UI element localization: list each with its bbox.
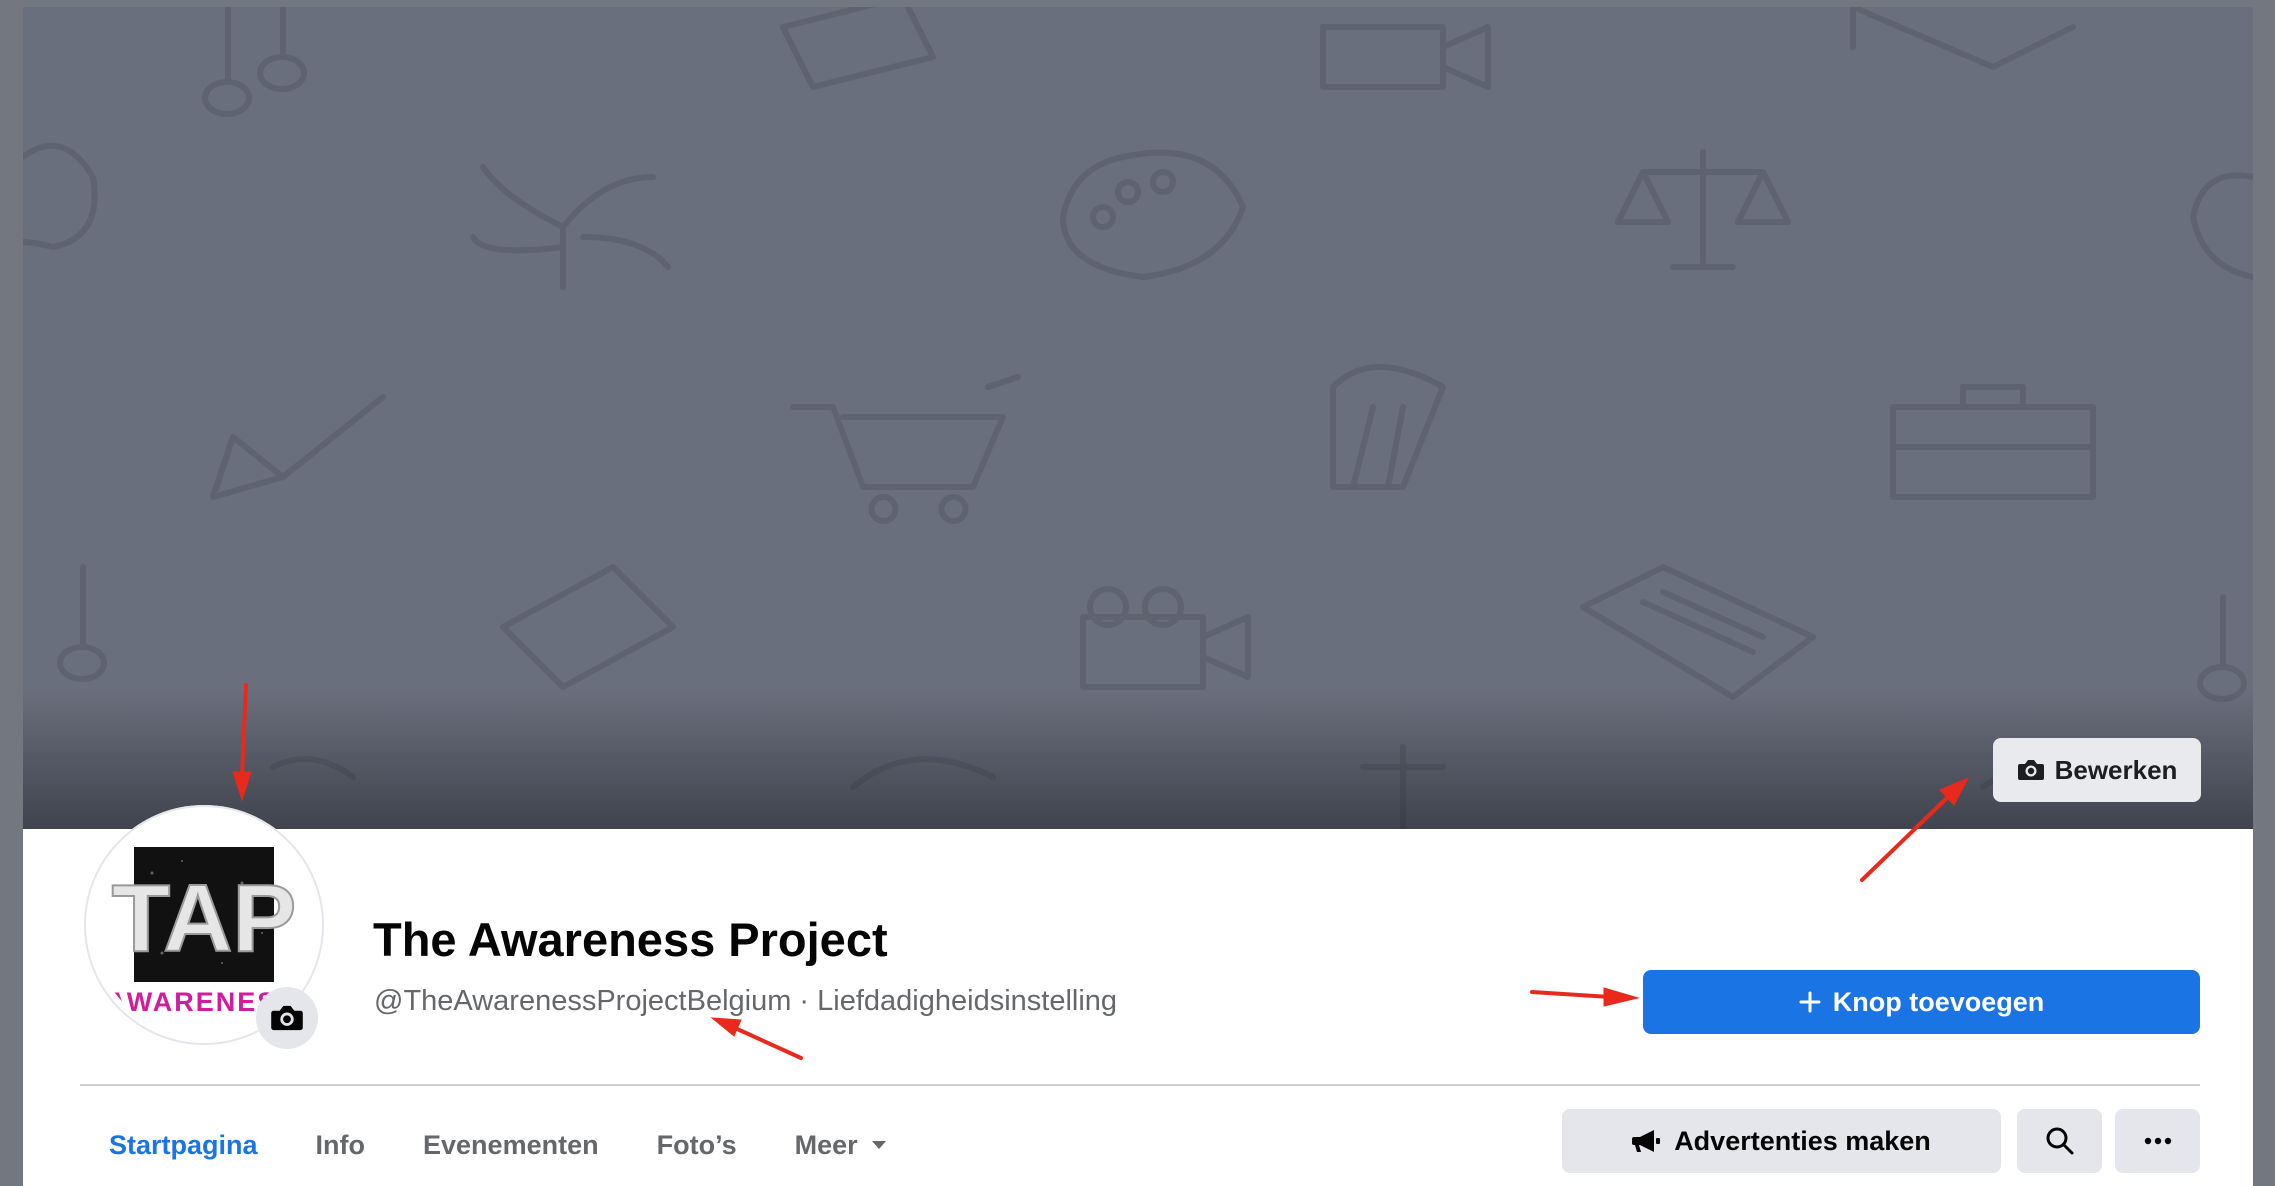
profile-camera-button[interactable] xyxy=(256,987,318,1049)
more-icon xyxy=(2144,1137,2171,1145)
tab-label: Startpagina xyxy=(109,1129,258,1160)
tab-label: Evenementen xyxy=(423,1129,599,1160)
edit-cover-button[interactable]: Bewerken xyxy=(1993,738,2201,802)
search-button[interactable] xyxy=(2017,1109,2102,1173)
header-divider xyxy=(80,1084,2200,1086)
search-icon xyxy=(2046,1127,2073,1155)
caret-down-icon xyxy=(871,1141,886,1149)
create-ads-label: Advertenties maken xyxy=(1674,1125,1931,1156)
logo-text-bottom: AWARENES xyxy=(107,987,278,1017)
edit-cover-label: Bewerken xyxy=(2054,754,2178,785)
plus-icon xyxy=(1799,991,1821,1013)
page-handle[interactable]: @TheAwarenessProjectBelgium xyxy=(374,985,791,1017)
logo-text-top: TAP xyxy=(112,865,297,972)
add-button-button[interactable]: Knop toevoegen xyxy=(1643,970,2200,1034)
tab-evenementen[interactable]: Evenementen xyxy=(394,1109,628,1181)
camera-icon xyxy=(2017,760,2044,780)
tab-startpagina[interactable]: Startpagina xyxy=(80,1109,287,1181)
tab-fotos[interactable]: Foto’s xyxy=(628,1109,766,1181)
page-title: The Awareness Project xyxy=(373,913,888,966)
cover-photo: Bewerken xyxy=(23,7,2253,829)
page-tabs: Startpagina Info Evenementen Foto’s Meer xyxy=(80,1109,915,1181)
cover-gradient xyxy=(23,689,2253,829)
megaphone-icon xyxy=(1632,1130,1661,1152)
add-button-label: Knop toevoegen xyxy=(1832,986,2045,1017)
more-options-button[interactable] xyxy=(2115,1109,2200,1173)
tab-label: Info xyxy=(315,1129,366,1160)
tab-info[interactable]: Info xyxy=(287,1109,394,1181)
tab-meer[interactable]: Meer xyxy=(766,1109,915,1181)
facebook-page-header: Bewerken TAP AWARENES The Awareness Proj… xyxy=(23,7,2253,1186)
tab-label: Foto’s xyxy=(656,1129,737,1160)
screenshot-background: Bewerken TAP AWARENES The Awareness Proj… xyxy=(0,0,2275,1186)
tab-label: Meer xyxy=(794,1129,858,1160)
create-ads-button[interactable]: Advertenties maken xyxy=(1562,1109,2001,1173)
page-category[interactable]: Liefdadigheidsinstelling xyxy=(817,985,1117,1017)
camera-icon xyxy=(271,1005,303,1031)
page-subtitle: @TheAwarenessProjectBelgium · Liefdadigh… xyxy=(374,985,1117,1018)
subtitle-separator: · xyxy=(791,985,818,1017)
